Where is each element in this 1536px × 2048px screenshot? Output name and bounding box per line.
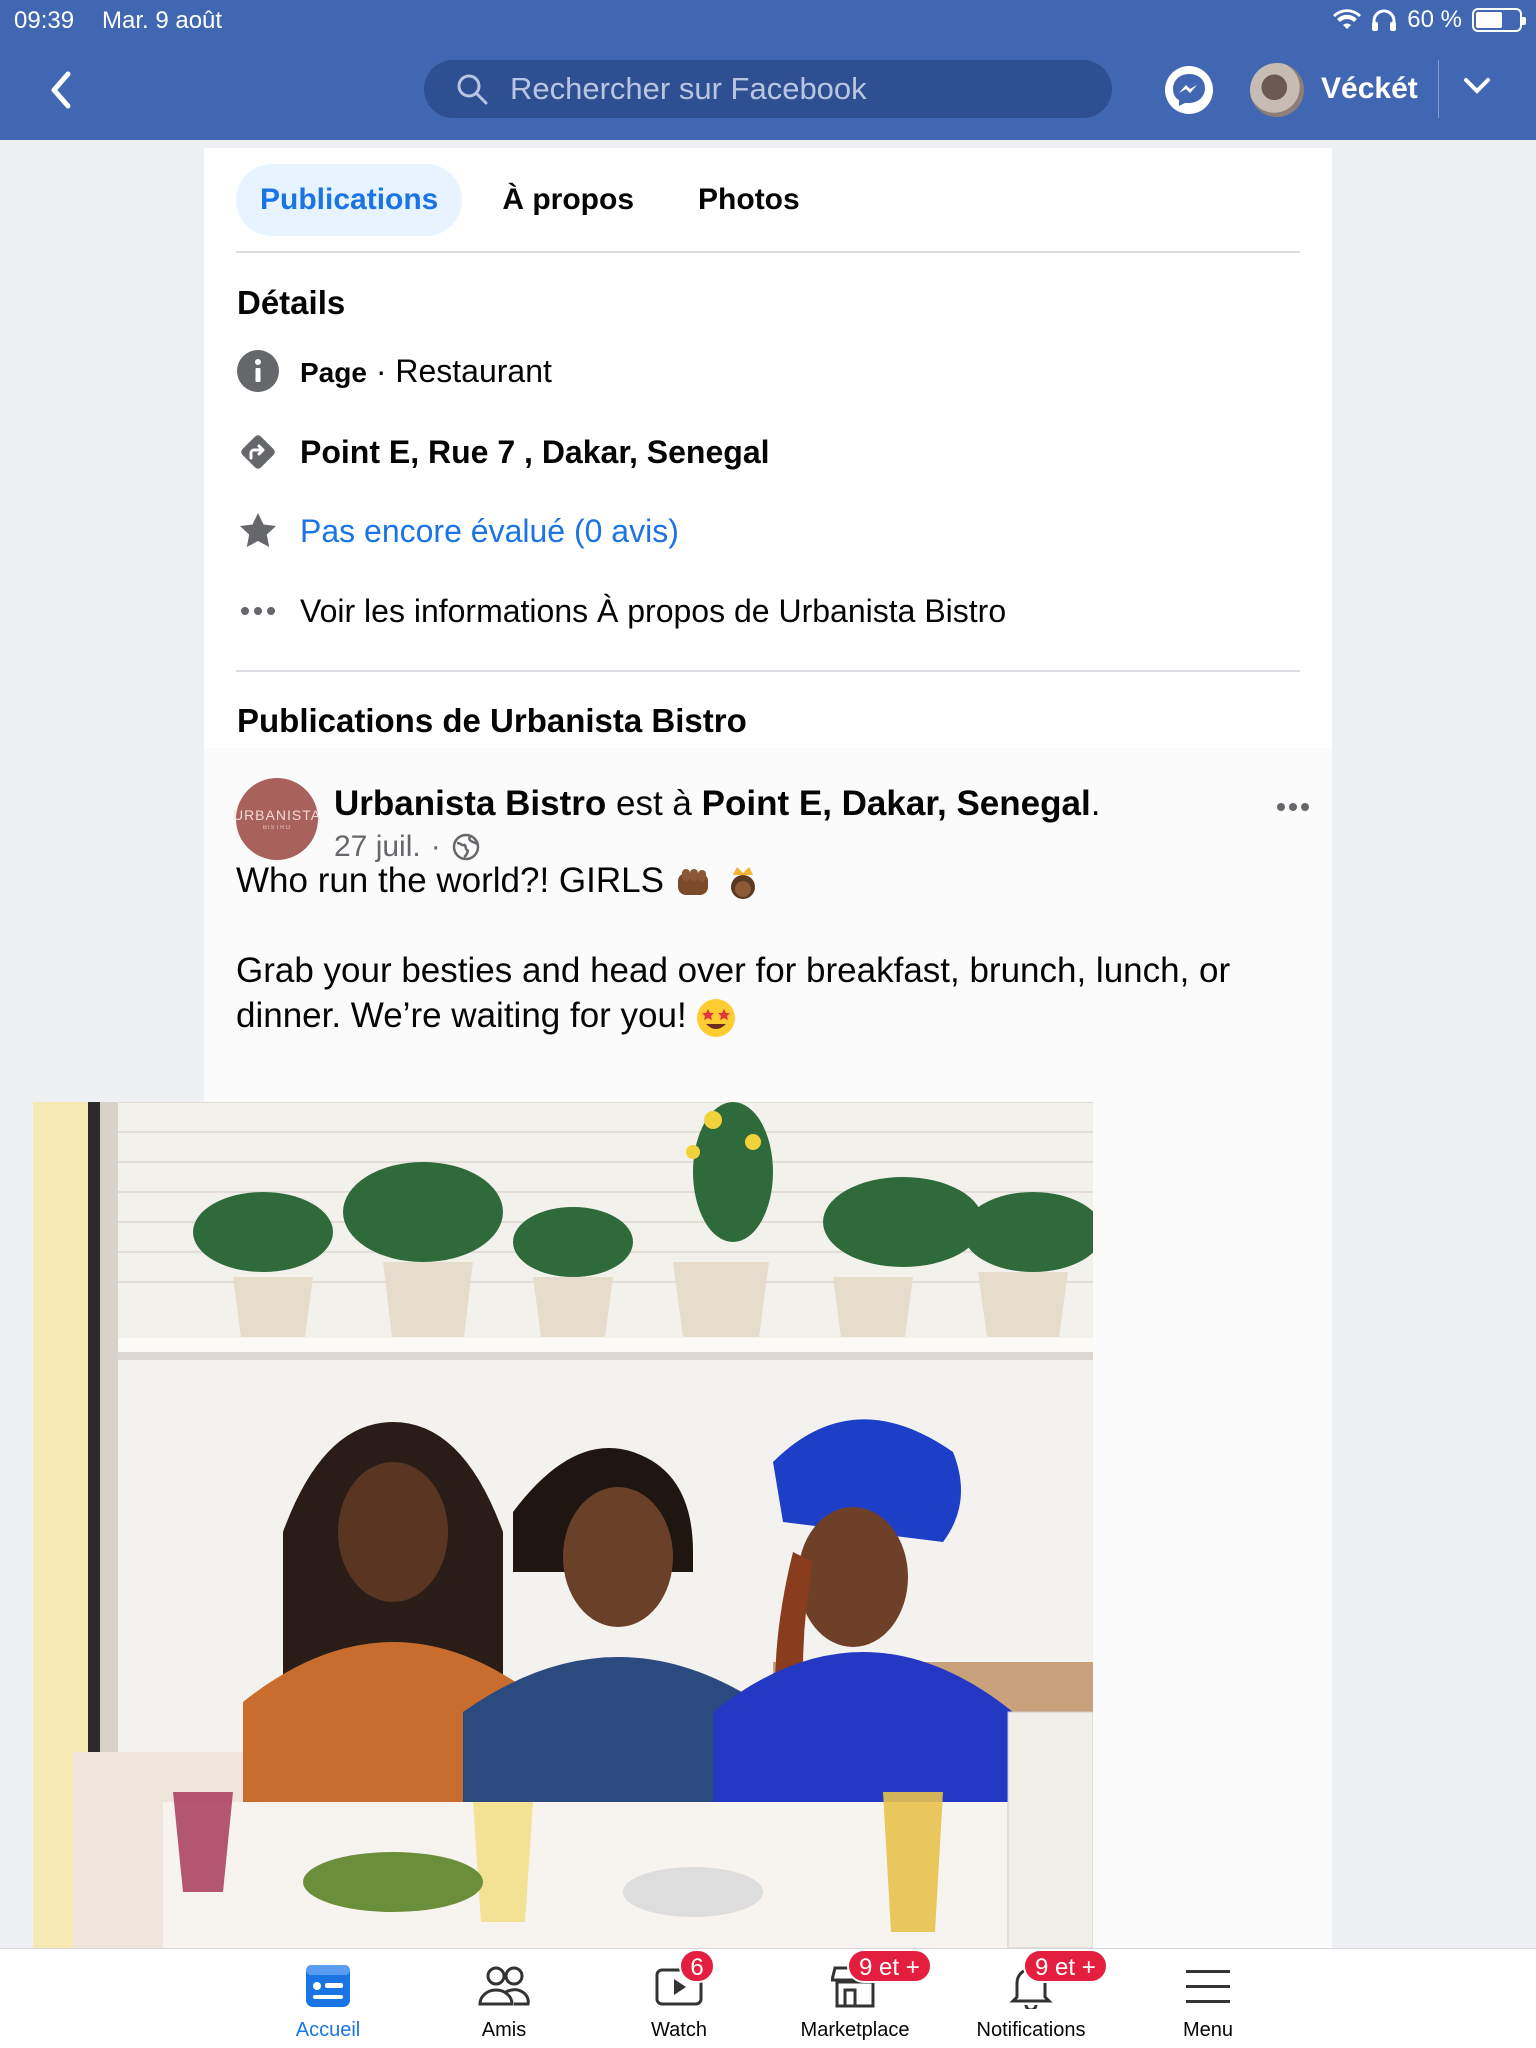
chevron-down-icon[interactable] [1462,76,1492,96]
status-time: 09:39 [14,7,75,34]
search-placeholder: Rechercher sur Facebook [510,71,867,106]
star-struck-emoji-icon [697,998,736,1037]
logo-text: URBANISTA [232,807,322,823]
post-line1: Who run the world?! GIRLS [236,861,664,900]
nav-amis[interactable]: Amis [416,1959,592,2048]
nav-marketplace[interactable]: 9 et + Marketplace [767,1949,943,2048]
post-text-line1: Who run the world?! GIRLS [236,858,1296,903]
battery-icon [1472,8,1526,32]
nav-notifications[interactable]: 9 et + Notifications [943,1949,1119,2048]
nav-watch[interactable]: 6 Watch [591,1949,767,2048]
page-logo[interactable]: URBANISTA BISTRO [232,778,322,860]
home-feed-icon [300,1959,356,2013]
post-photo[interactable] [33,1102,1093,1948]
about-row[interactable]: Voir les informations À propos de Urbani… [236,586,1006,636]
post-location[interactable]: Point E, Dakar, Senegal [702,784,1091,823]
category-row: Page · Restaurant [236,346,552,396]
search-icon [457,74,488,105]
more-dots-icon [236,589,280,633]
directions-icon [236,430,280,474]
messenger-icon [1173,74,1205,106]
details-title: Détails [237,284,346,321]
about-link[interactable]: Voir les informations À propos de Urbani… [300,593,1006,630]
category-label: Page [300,356,367,388]
watch-badge: 6 [679,1949,715,1983]
marketplace-badge: 9 et + [847,1949,932,1983]
rating-row[interactable]: Pas encore évalué (0 avis) [236,506,679,556]
wifi-icon [1333,9,1362,29]
nav-accueil[interactable]: Accueil [240,1959,416,2048]
headphones-icon [1372,9,1397,31]
tab-photos[interactable]: Photos [674,164,824,236]
nav-label: Marketplace [800,2019,910,2041]
post-author[interactable]: Urbanista Bistro [334,784,606,823]
nav-menu[interactable]: Menu [1120,1959,1296,2048]
bottom-nav: Accueil Amis 6 Watch 9 et + Marketplace … [0,1948,1536,2048]
notifications-badge: 9 et + [1023,1949,1108,1983]
nav-label: Amis [481,2019,527,2041]
bell-icon: 9 et + [1003,1949,1108,2013]
nav-label: Menu [1182,2019,1234,2041]
category-value: Restaurant [395,352,552,389]
status-bar: 09:39 Mar. 9 août 60 % [0,0,1536,42]
post-line3: dinner. We’re waiting for you! [236,996,687,1035]
nav-label: Notifications [976,2019,1086,2041]
logo-subtext: BISTRO [262,825,292,831]
post-text-line3: dinner. We’re waiting for you! [236,993,1296,1038]
tab-publications[interactable]: Publications [236,164,463,236]
watch-icon: 6 [651,1949,715,2013]
post-location-end: . [1090,784,1101,823]
posts-section-title: Publications de Urbanista Bistro [237,702,747,739]
address-text: Point E, Rue 7 , Dakar, Senegal [300,433,770,470]
messenger-button[interactable] [1165,66,1213,114]
header-divider [1438,60,1439,118]
status-date: Mar. 9 août [102,7,223,34]
top-bar: 09:39 Mar. 9 août 60 % Rechercher sur Fa… [0,0,1536,140]
post-action: est à [616,784,692,823]
post-line2: Grab your besties and head over for brea… [236,951,1231,990]
post-more-icon[interactable] [1276,786,1310,820]
category-separator: · [375,352,387,389]
nav-label: Watch [651,2019,707,2041]
nav-label: Accueil [295,2019,361,2041]
info-icon [236,349,280,393]
marketplace-icon: 9 et + [827,1949,932,2013]
princess-emoji-icon [731,866,756,899]
menu-icon [1180,1959,1236,2013]
fist-emoji-icon [677,868,708,895]
back-arrow-icon[interactable] [44,68,80,112]
tab-a-propos[interactable]: À propos [478,164,658,236]
search-bar[interactable]: Rechercher sur Facebook [424,60,1112,118]
post-text-line2: Grab your besties and head over for brea… [236,948,1296,993]
status-indicators: 60 % [1333,6,1526,34]
battery-percent: 60 % [1407,6,1462,33]
divider [236,251,1300,253]
address-row[interactable]: Point E, Rue 7 , Dakar, Senegal [236,427,770,477]
page-tabs: Publications À propos Photos [236,164,840,236]
profile-name[interactable]: Véckét [1321,72,1418,106]
post-header: Urbanista Bistro est à Point E, Dakar, S… [334,784,1100,824]
divider [236,670,1300,672]
star-icon [236,509,280,553]
avatar[interactable] [1250,63,1304,117]
friends-icon [476,1959,532,2013]
rating-link[interactable]: Pas encore évalué (0 avis) [300,513,679,550]
